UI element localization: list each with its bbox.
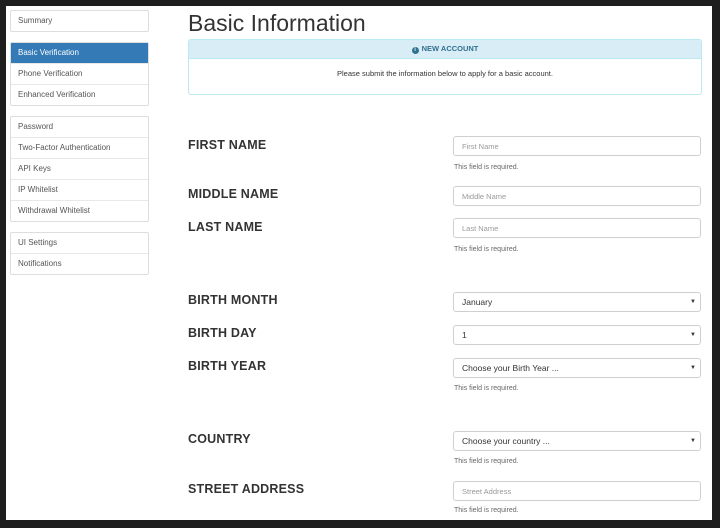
birth-month-select[interactable]: January ▼ — [453, 292, 701, 312]
chevron-down-icon: ▼ — [690, 332, 696, 338]
last-name-input[interactable] — [453, 218, 701, 238]
chevron-down-icon: ▼ — [690, 299, 696, 305]
birth-day-value: 1 — [462, 330, 467, 340]
sidebar-item-two-factor[interactable]: Two-Factor Authentication — [11, 137, 148, 158]
sidebar-item-ip-whitelist[interactable]: IP Whitelist — [11, 179, 148, 200]
alert-message: Please submit the information below to a… — [337, 69, 553, 78]
country-select[interactable]: Choose your country ... ▼ — [453, 431, 701, 451]
birth-year-select[interactable]: Choose your Birth Year ... ▼ — [453, 358, 701, 378]
birth-day-select[interactable]: 1 ▼ — [453, 325, 701, 345]
app-window: Summary Basic Verification Phone Verific… — [6, 6, 712, 520]
sidebar-item-password[interactable]: Password — [11, 117, 148, 137]
sidebar-item-basic-verification[interactable]: Basic Verification — [11, 43, 148, 63]
info-circle-icon: i — [411, 47, 419, 54]
sidebar-item-summary[interactable]: Summary — [11, 11, 148, 31]
sidebar-item-notifications[interactable]: Notifications — [11, 253, 148, 274]
birth-month-value: January — [462, 297, 493, 307]
chevron-down-icon: ▼ — [690, 438, 696, 444]
last-name-label: LAST NAME — [188, 220, 263, 234]
street-address-input[interactable] — [453, 481, 701, 501]
sidebar-item-phone-verification[interactable]: Phone Verification — [11, 63, 148, 84]
birth-month-label: BIRTH MONTH — [188, 293, 278, 307]
birth-year-required: This field is required. — [454, 385, 519, 392]
first-name-input[interactable] — [453, 136, 701, 156]
alert-heading: i NEW ACCOUNT — [189, 40, 701, 59]
country-value: Choose your country ... — [462, 436, 550, 446]
sidebar-item-api-keys[interactable]: API Keys — [11, 158, 148, 179]
nav-group-security: Password Two-Factor Authentication API K… — [10, 116, 149, 222]
country-label: COUNTRY — [188, 432, 251, 446]
birth-year-value: Choose your Birth Year ... — [462, 363, 559, 373]
sidebar-item-enhanced-verification[interactable]: Enhanced Verification — [11, 84, 148, 105]
nav-group-summary: Summary — [10, 10, 149, 32]
sidebar-item-ui-settings[interactable]: UI Settings — [11, 233, 148, 253]
sidebar-item-withdrawal-whitelist[interactable]: Withdrawal Whitelist — [11, 200, 148, 221]
sidebar: Summary Basic Verification Phone Verific… — [10, 10, 149, 285]
nav-group-settings: UI Settings Notifications — [10, 232, 149, 275]
first-name-label: FIRST NAME — [188, 138, 267, 152]
middle-name-input[interactable] — [453, 186, 701, 206]
street-address-required: This field is required. — [454, 507, 519, 514]
chevron-down-icon: ▼ — [690, 365, 696, 371]
birth-day-label: BIRTH DAY — [188, 326, 257, 340]
country-required: This field is required. — [454, 458, 519, 465]
middle-name-label: MIDDLE NAME — [188, 187, 279, 201]
page-title: Basic Information — [188, 10, 366, 36]
last-name-required: This field is required. — [454, 246, 519, 253]
nav-group-verification: Basic Verification Phone Verification En… — [10, 42, 149, 106]
birth-year-label: BIRTH YEAR — [188, 359, 267, 373]
street-address-label: STREET ADDRESS — [188, 482, 305, 496]
first-name-required: This field is required. — [454, 164, 519, 171]
new-account-alert: i NEW ACCOUNT Please submit the informati… — [188, 39, 702, 95]
alert-heading-text: NEW ACCOUNT — [421, 44, 479, 53]
